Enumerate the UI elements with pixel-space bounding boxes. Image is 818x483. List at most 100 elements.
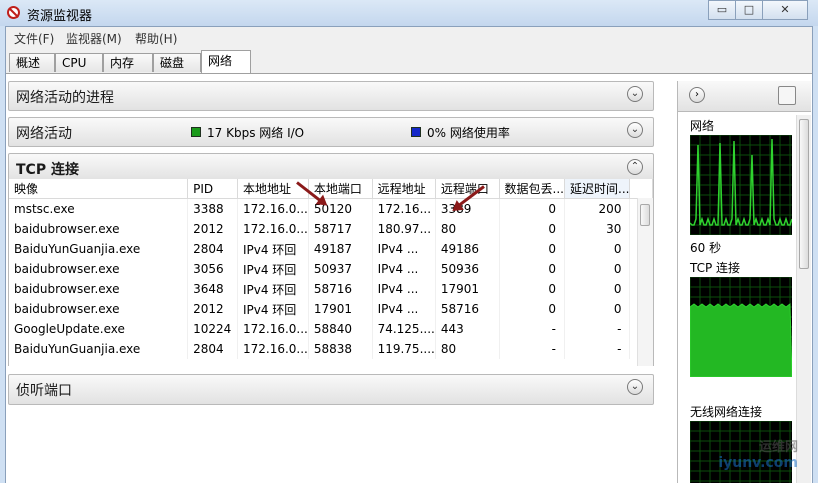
table-cell: GoogleUpdate.exe <box>9 319 189 339</box>
tab-memory[interactable]: 内存 <box>103 53 153 72</box>
table-cell: 17901 <box>308 299 373 319</box>
table-row[interactable]: BaiduYunGuanjia.exe 2804 IPv4 环回 49187 IPv4 … <box>9 239 653 259</box>
section-title: 网络活动 <box>16 126 72 142</box>
column-header[interactable]: 数据包丢... <box>499 179 566 199</box>
graph-label-tcp: TCP 连接 <box>690 261 741 275</box>
tab-strip: 概述 CPU 内存 磁盘 网络 <box>6 50 812 74</box>
window-title: 资源监视器 <box>27 9 93 24</box>
table-cell: 58716 <box>308 279 373 299</box>
table-row[interactable]: GoogleUpdate.exe 10224 172.16.0... 58840 74.… <box>9 319 653 339</box>
graph-time-label: 60 秒 <box>690 241 722 255</box>
table-row[interactable]: baidubrowser.exe 3648 IPv4 环回 58716 IPv4 ...… <box>9 279 653 299</box>
tcp-connections-graph <box>690 277 792 377</box>
table-cell: - <box>499 319 566 339</box>
scrollbar-thumb[interactable] <box>640 204 650 226</box>
table-cell: 3648 <box>187 279 238 299</box>
table-cell: 50937 <box>308 259 373 279</box>
table-cell: 0 <box>564 299 631 319</box>
table-cell: baidubrowser.exe <box>9 259 189 279</box>
table-cell: - <box>564 319 631 339</box>
table-cell: 119.75.... <box>372 339 436 359</box>
table-row[interactable]: BaiduYunGuanjia.exe 2804 172.16.0... 58838 1… <box>9 339 653 359</box>
views-button[interactable] <box>778 86 796 105</box>
network-usage-swatch <box>411 127 421 137</box>
chevron-down-icon[interactable]: ⌄ <box>627 122 643 138</box>
chevron-down-icon[interactable]: ⌄ <box>627 86 643 102</box>
tab-disk[interactable]: 磁盘 <box>153 53 201 72</box>
table-cell: 0 <box>499 198 566 219</box>
menu-file[interactable]: 文件(F) <box>14 30 54 47</box>
table-row[interactable]: baidubrowser.exe 3056 IPv4 环回 50937 IPv4 ...… <box>9 259 653 279</box>
chevron-down-icon[interactable]: ⌄ <box>627 379 643 395</box>
tab-cpu[interactable]: CPU <box>55 53 103 72</box>
table-cell: 58717 <box>308 219 373 239</box>
table-cell: - <box>564 339 631 359</box>
table-row[interactable]: mstsc.exe3388172.16.0...50120172.16...33… <box>9 198 653 219</box>
table-cell: BaiduYunGuanjia.exe <box>9 239 189 259</box>
section-title: TCP 连接 <box>16 162 79 178</box>
section-title: 网络活动的进程 <box>16 90 114 106</box>
table-cell: 58716 <box>435 299 500 319</box>
table-cell: IPv4 ... <box>372 279 436 299</box>
network-usage-text: 0% 网络使用率 <box>427 126 510 140</box>
column-header[interactable]: 本地端口 <box>308 179 373 199</box>
menu-help[interactable]: 帮助(H) <box>135 30 177 47</box>
menu-monitor[interactable]: 监视器(M) <box>66 30 122 47</box>
column-header-spacer <box>629 179 653 199</box>
table-cell: 2804 <box>187 339 238 359</box>
section-listening-ports[interactable]: 侦听端口 ⌄ <box>8 374 654 405</box>
network-graph-plot <box>690 135 792 235</box>
table-cell: 10224 <box>187 319 238 339</box>
table-cell: 2804 <box>187 239 238 259</box>
table-cell: 49186 <box>435 239 500 259</box>
table-cell: IPv4 环回 <box>237 259 309 279</box>
column-header[interactable]: 映像 <box>9 179 189 199</box>
table-row[interactable]: baidubrowser.exe 2012 IPv4 环回 17901 IPv4 ...… <box>9 299 653 319</box>
menu-bar: 文件(F) 监视器(M) 帮助(H) <box>6 27 812 47</box>
table-cell: IPv4 环回 <box>237 239 309 259</box>
graph-panel: › 网络 60 秒 TCP 连接 无线网络连接 运维网 iyunv.com <box>677 81 811 483</box>
section-tcp-connections[interactable]: TCP 连接 ⌃ <box>8 153 654 180</box>
column-header[interactable]: 远程地址 <box>372 179 436 199</box>
table-cell: 0 <box>499 279 566 299</box>
table-cell: IPv4 环回 <box>237 279 309 299</box>
section-title: 侦听端口 <box>16 383 72 399</box>
tab-overview[interactable]: 概述 <box>9 53 55 72</box>
scrollbar-thumb[interactable] <box>799 119 809 269</box>
table-cell: 180.97... <box>372 219 436 239</box>
table-cell: IPv4 环回 <box>237 299 309 319</box>
graph-panel-header: › <box>678 81 811 112</box>
app-frame: 文件(F) 监视器(M) 帮助(H) 概述 CPU 内存 磁盘 网络 网络活动的… <box>5 26 813 483</box>
column-header[interactable]: PID <box>187 179 238 199</box>
column-header-sorted[interactable]: 延迟时间... <box>564 179 631 199</box>
table-cell: 3056 <box>187 259 238 279</box>
tcp-connections-table: 映像 PID 本地地址 本地端口 远程地址 远程端口 数据包丢... 延迟时间.… <box>8 179 654 366</box>
chevron-up-icon[interactable]: ⌃ <box>627 159 643 175</box>
section-network-activity[interactable]: 网络活动 17 Kbps 网络 I/O 0% 网络使用率 ⌄ <box>8 117 654 147</box>
chevron-right-icon[interactable]: › <box>689 87 705 103</box>
table-cell: 172.16... <box>372 198 436 219</box>
table-cell: 172.16.0... <box>237 319 309 339</box>
minimize-button[interactable]: ▭ <box>708 0 736 20</box>
table-cell: 0 <box>499 239 566 259</box>
table-cell: BaiduYunGuanjia.exe <box>9 339 189 359</box>
table-row[interactable]: baidubrowser.exe 2012 172.16.0... 58717 180.… <box>9 219 653 239</box>
tab-network[interactable]: 网络 <box>201 50 251 73</box>
table-cell: baidubrowser.exe <box>9 279 189 299</box>
graph-panel-scrollbar[interactable] <box>796 115 811 483</box>
close-button[interactable]: ✕ <box>762 0 808 20</box>
network-io-swatch <box>191 127 201 137</box>
table-cell: baidubrowser.exe <box>9 299 189 319</box>
table-cell: IPv4 ... <box>372 299 436 319</box>
table-cell: 49187 <box>308 239 373 259</box>
table-cell: IPv4 ... <box>372 259 436 279</box>
section-network-processes[interactable]: 网络活动的进程 ⌄ <box>8 81 654 111</box>
table-cell: 74.125.... <box>372 319 436 339</box>
maximize-button[interactable]: □ <box>735 0 763 20</box>
table-scrollbar[interactable] <box>637 198 653 366</box>
graph-label-network: 网络 <box>690 119 715 133</box>
network-io-text: 17 Kbps 网络 I/O <box>207 126 305 140</box>
watermark: 运维网 iyunv.com <box>708 436 798 471</box>
table-cell: 80 <box>435 219 500 239</box>
table-cell: 2012 <box>187 219 238 239</box>
